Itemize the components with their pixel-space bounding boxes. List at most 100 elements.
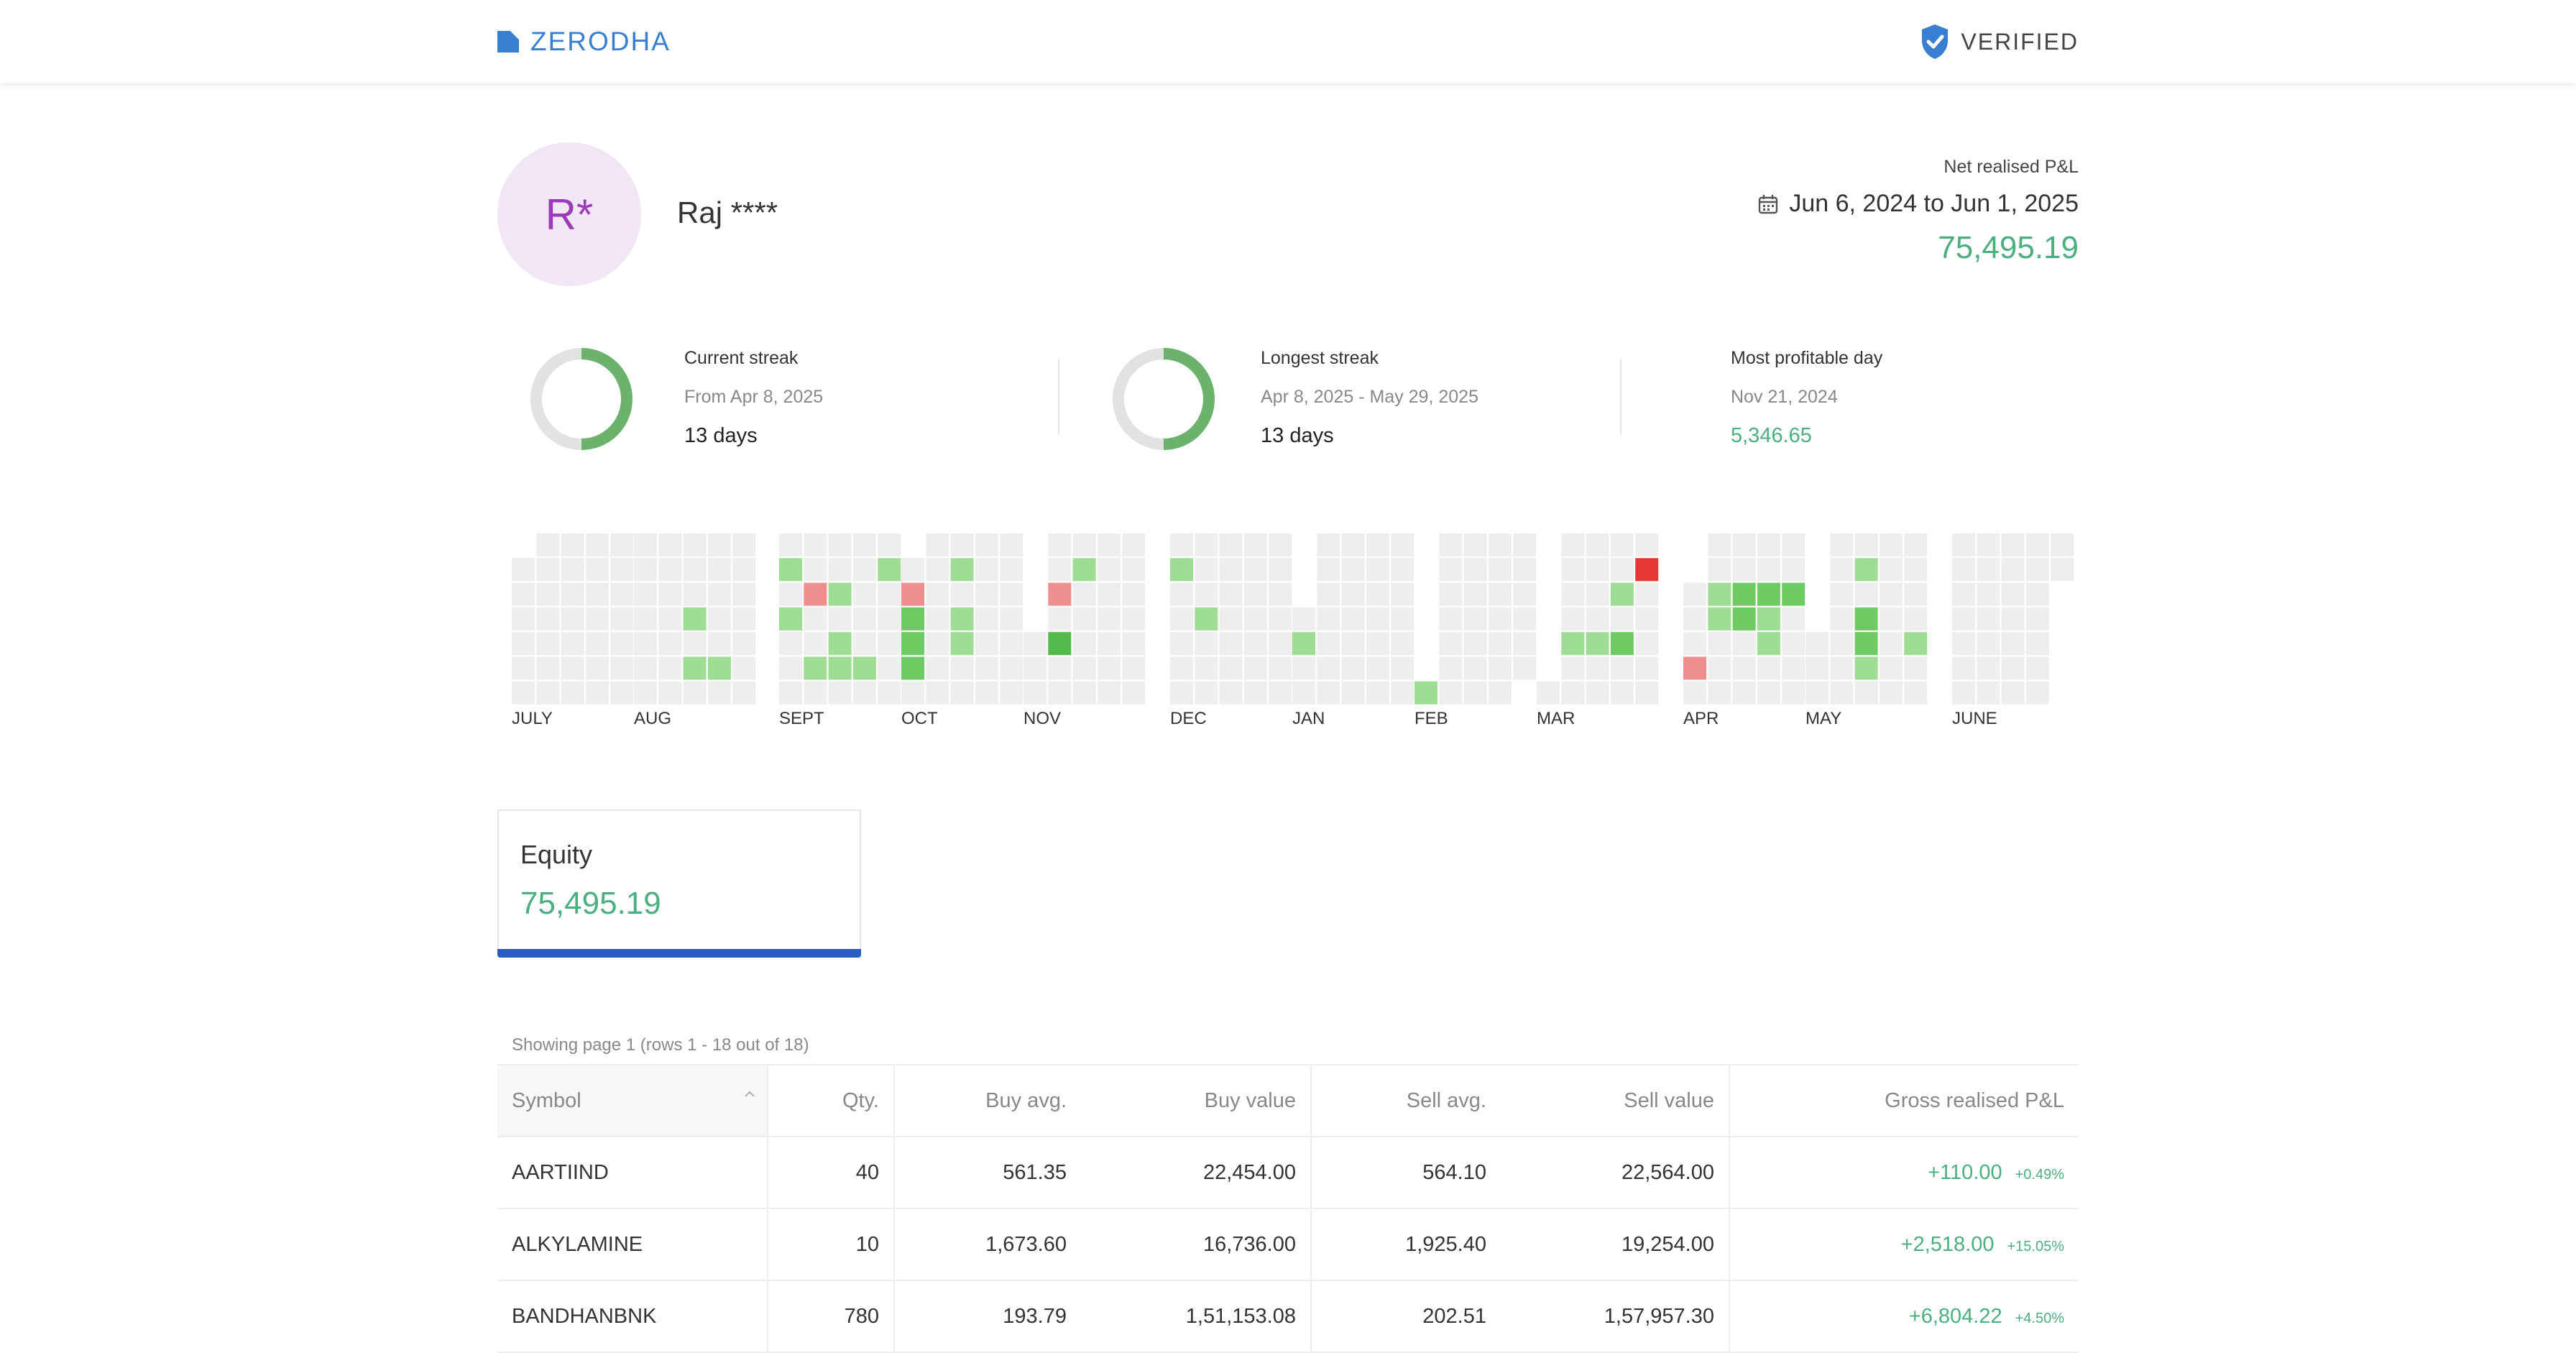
heatmap-day-cell[interactable] xyxy=(1683,632,1706,656)
heatmap-day-cell[interactable] xyxy=(634,656,657,680)
heatmap-day-cell[interactable] xyxy=(1782,607,1806,630)
heatmap-day-cell[interactable] xyxy=(779,558,802,582)
heatmap-day-cell[interactable] xyxy=(804,681,827,705)
heatmap-day-cell[interactable] xyxy=(732,558,756,582)
heatmap-day-cell[interactable] xyxy=(658,558,682,582)
heatmap-day-cell[interactable] xyxy=(512,632,535,656)
heatmap-day-cell[interactable] xyxy=(707,632,731,656)
heatmap-day-cell[interactable] xyxy=(2001,582,2025,606)
heatmap-day-cell[interactable] xyxy=(1463,533,1487,556)
heatmap-day-cell[interactable] xyxy=(1195,632,1218,656)
column-header-sell-avg[interactable]: Sell avg. xyxy=(1311,1064,1501,1137)
heatmap-day-cell[interactable] xyxy=(975,533,998,556)
heatmap-day-cell[interactable] xyxy=(1219,533,1243,556)
segment-tab-equity[interactable]: Equity 75,495.19 xyxy=(497,809,861,956)
zerodha-logo[interactable]: ZERODHA xyxy=(497,27,671,56)
heatmap-day-cell[interactable] xyxy=(1317,656,1340,680)
heatmap-day-cell[interactable] xyxy=(1488,656,1512,680)
heatmap-day-cell[interactable] xyxy=(1195,607,1218,630)
heatmap-day-cell[interactable] xyxy=(1000,558,1024,582)
heatmap-day-cell[interactable] xyxy=(1414,681,1438,705)
heatmap-day-cell[interactable] xyxy=(1195,656,1218,680)
heatmap-day-cell[interactable] xyxy=(1879,607,1903,630)
heatmap-day-cell[interactable] xyxy=(2001,681,2025,705)
heatmap-day-cell[interactable] xyxy=(1463,558,1487,582)
heatmap-day-cell[interactable] xyxy=(1708,681,1731,705)
heatmap-day-cell[interactable] xyxy=(585,632,609,656)
heatmap-day-cell[interactable] xyxy=(828,681,852,705)
heatmap-day-cell[interactable] xyxy=(779,582,802,606)
heatmap-day-cell[interactable] xyxy=(1269,681,1292,705)
heatmap-day-cell[interactable] xyxy=(1904,681,1928,705)
heatmap-day-cell[interactable] xyxy=(1317,582,1340,606)
heatmap-day-cell[interactable] xyxy=(1904,656,1928,680)
heatmap-day-cell[interactable] xyxy=(1586,533,1609,556)
heatmap-day-cell[interactable] xyxy=(1904,607,1928,630)
heatmap-day-cell[interactable] xyxy=(732,582,756,606)
heatmap-day-cell[interactable] xyxy=(1708,558,1731,582)
heatmap-day-cell[interactable] xyxy=(536,681,560,705)
heatmap-day-cell[interactable] xyxy=(536,607,560,630)
heatmap-day-cell[interactable] xyxy=(1732,533,1756,556)
heatmap-day-cell[interactable] xyxy=(852,607,876,630)
heatmap-day-cell[interactable] xyxy=(901,656,924,680)
heatmap-day-cell[interactable] xyxy=(1097,632,1121,656)
heatmap-day-cell[interactable] xyxy=(561,582,584,606)
heatmap-day-cell[interactable] xyxy=(683,582,707,606)
heatmap-day-cell[interactable] xyxy=(2051,558,2074,582)
heatmap-day-cell[interactable] xyxy=(975,582,998,606)
heatmap-day-cell[interactable] xyxy=(1757,632,1780,656)
heatmap-day-cell[interactable] xyxy=(1391,632,1414,656)
heatmap-day-cell[interactable] xyxy=(1561,533,1585,556)
heatmap-day-cell[interactable] xyxy=(878,558,901,582)
heatmap-day-cell[interactable] xyxy=(975,681,998,705)
heatmap-day-cell[interactable] xyxy=(1610,632,1634,656)
heatmap-day-cell[interactable] xyxy=(804,632,827,656)
heatmap-day-cell[interactable] xyxy=(561,656,584,680)
heatmap-day-cell[interactable] xyxy=(804,558,827,582)
heatmap-day-cell[interactable] xyxy=(536,533,560,556)
heatmap-day-cell[interactable] xyxy=(1904,558,1928,582)
heatmap-day-cell[interactable] xyxy=(1439,681,1463,705)
heatmap-day-cell[interactable] xyxy=(1317,607,1340,630)
heatmap-day-cell[interactable] xyxy=(804,533,827,556)
heatmap-day-cell[interactable] xyxy=(1854,582,1878,606)
heatmap-day-cell[interactable] xyxy=(1977,582,2000,606)
heatmap-day-cell[interactable] xyxy=(878,607,901,630)
heatmap-day-cell[interactable] xyxy=(926,607,949,630)
heatmap-day-cell[interactable] xyxy=(1830,558,1854,582)
heatmap-day-cell[interactable] xyxy=(1366,607,1389,630)
heatmap-day-cell[interactable] xyxy=(779,681,802,705)
heatmap-day-cell[interactable] xyxy=(828,632,852,656)
heatmap-day-cell[interactable] xyxy=(1757,681,1780,705)
heatmap-day-cell[interactable] xyxy=(2025,558,2049,582)
heatmap-day-cell[interactable] xyxy=(2051,533,2074,556)
heatmap-day-cell[interactable] xyxy=(732,632,756,656)
heatmap-day-cell[interactable] xyxy=(828,607,852,630)
heatmap-day-cell[interactable] xyxy=(1463,681,1487,705)
heatmap-day-cell[interactable] xyxy=(536,558,560,582)
heatmap-day-cell[interactable] xyxy=(852,632,876,656)
heatmap-day-cell[interactable] xyxy=(1122,656,1146,680)
heatmap-day-cell[interactable] xyxy=(1488,681,1512,705)
heatmap-day-cell[interactable] xyxy=(1269,533,1292,556)
heatmap-day-cell[interactable] xyxy=(1488,607,1512,630)
heatmap-day-cell[interactable] xyxy=(2025,656,2049,680)
heatmap-day-cell[interactable] xyxy=(901,632,924,656)
heatmap-day-cell[interactable] xyxy=(610,681,634,705)
heatmap-day-cell[interactable] xyxy=(1537,681,1560,705)
heatmap-day-cell[interactable] xyxy=(610,607,634,630)
heatmap-day-cell[interactable] xyxy=(585,582,609,606)
heatmap-day-cell[interactable] xyxy=(852,533,876,556)
heatmap-day-cell[interactable] xyxy=(2025,681,2049,705)
heatmap-day-cell[interactable] xyxy=(1513,607,1537,630)
heatmap-day-cell[interactable] xyxy=(1635,582,1659,606)
heatmap-day-cell[interactable] xyxy=(1391,558,1414,582)
heatmap-day-cell[interactable] xyxy=(1635,558,1659,582)
heatmap-day-cell[interactable] xyxy=(1048,681,1072,705)
heatmap-day-cell[interactable] xyxy=(1561,582,1585,606)
heatmap-day-cell[interactable] xyxy=(779,632,802,656)
heatmap-day-cell[interactable] xyxy=(1366,656,1389,680)
heatmap-day-cell[interactable] xyxy=(950,582,974,606)
heatmap-day-cell[interactable] xyxy=(1097,582,1121,606)
